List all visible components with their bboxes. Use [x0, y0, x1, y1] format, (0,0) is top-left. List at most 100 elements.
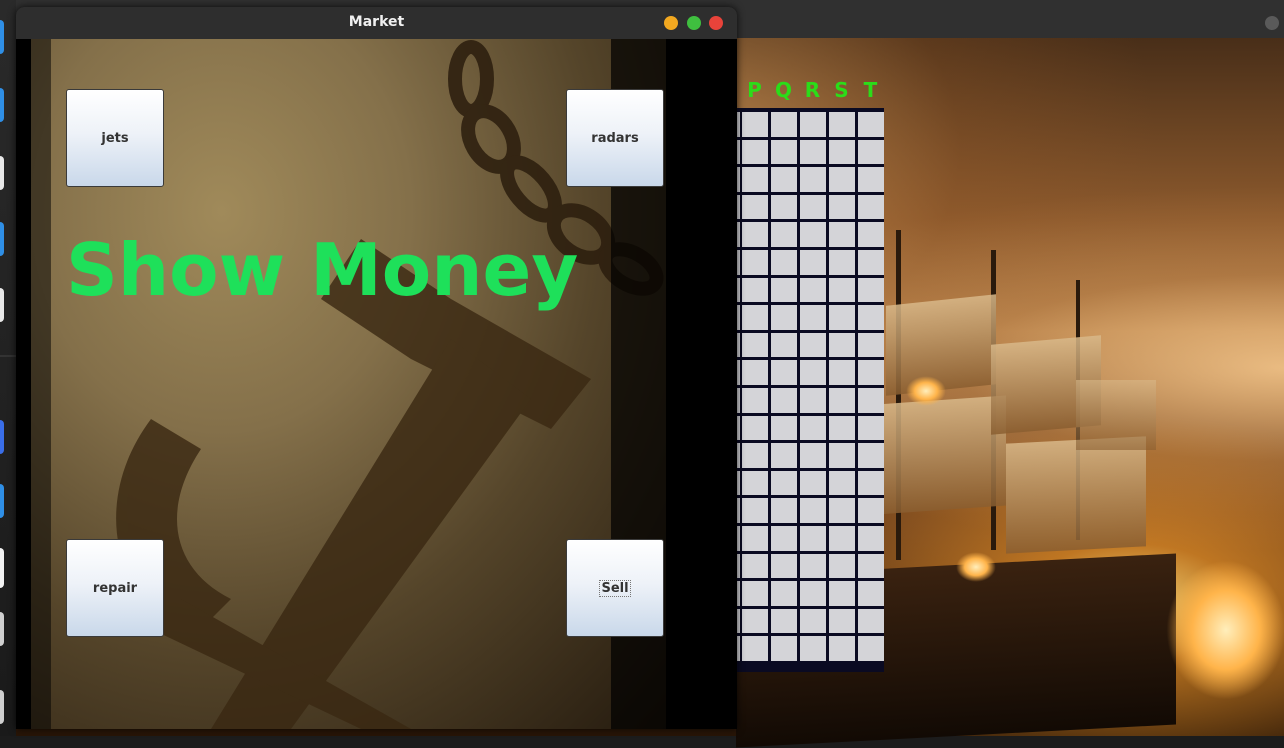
maximize-button[interactable] [687, 16, 701, 30]
board-cell[interactable] [858, 277, 884, 303]
board-cell[interactable] [858, 608, 884, 634]
board-cell[interactable] [800, 581, 826, 606]
board-cell[interactable] [858, 581, 884, 606]
dock-app-icon[interactable] [0, 156, 4, 190]
board-cell[interactable] [742, 608, 768, 634]
board-cell[interactable] [742, 112, 768, 137]
board-cell[interactable] [800, 222, 826, 247]
market-titlebar[interactable]: Market [16, 7, 737, 39]
board-cell[interactable] [858, 139, 884, 165]
board-cell[interactable] [800, 526, 826, 551]
board-cell[interactable] [800, 360, 826, 385]
board-cell[interactable] [771, 332, 797, 358]
board-cell[interactable] [742, 526, 768, 551]
board-cell[interactable] [800, 194, 826, 220]
board-cell[interactable] [829, 360, 855, 385]
board-cell[interactable] [858, 498, 884, 523]
dock-app-icon[interactable] [0, 484, 4, 518]
board-cell[interactable] [771, 636, 797, 661]
minimize-button[interactable] [664, 16, 678, 30]
board-cell[interactable] [829, 139, 855, 165]
board-cell[interactable] [742, 167, 768, 192]
board-cell[interactable] [800, 415, 826, 441]
board-cell[interactable] [742, 443, 768, 468]
board-cell[interactable] [858, 636, 884, 661]
board-cell[interactable] [829, 470, 855, 496]
board-cell[interactable] [800, 305, 826, 330]
board-cell[interactable] [800, 139, 826, 165]
board-cell[interactable] [829, 250, 855, 275]
board-cell[interactable] [829, 581, 855, 606]
board-cell[interactable] [771, 388, 797, 413]
board-cell[interactable] [771, 526, 797, 551]
board-cell[interactable] [742, 277, 768, 303]
board-cell[interactable] [771, 470, 797, 496]
radars-button[interactable]: radars [566, 89, 664, 187]
dock-app-icon[interactable] [0, 612, 4, 646]
board-cell[interactable] [771, 360, 797, 385]
board-cell[interactable] [771, 194, 797, 220]
board-cell[interactable] [742, 470, 768, 496]
board-cell[interactable] [858, 305, 884, 330]
board-cell[interactable] [858, 470, 884, 496]
board-cell[interactable] [742, 388, 768, 413]
board-cell[interactable] [800, 553, 826, 579]
board-cell[interactable] [742, 581, 768, 606]
board-cell[interactable] [771, 305, 797, 330]
board-cell[interactable] [771, 498, 797, 523]
board-cell[interactable] [800, 167, 826, 192]
board-cell[interactable] [829, 167, 855, 192]
board-cell[interactable] [742, 498, 768, 523]
board-cell[interactable] [771, 167, 797, 192]
jets-button[interactable]: jets [66, 89, 164, 187]
board-cell[interactable] [829, 636, 855, 661]
board-cell[interactable] [800, 112, 826, 137]
sell-button[interactable]: Sell [566, 539, 664, 637]
board-cell[interactable] [742, 553, 768, 579]
board-cell[interactable] [742, 332, 768, 358]
board-cell[interactable] [771, 139, 797, 165]
board-cell[interactable] [829, 194, 855, 220]
repair-button[interactable]: repair [66, 539, 164, 637]
board-cell[interactable] [800, 443, 826, 468]
board-cell[interactable] [771, 608, 797, 634]
board-cell[interactable] [858, 553, 884, 579]
dock-app-icon[interactable] [0, 420, 4, 454]
board-cell[interactable] [858, 112, 884, 137]
board-cell[interactable] [800, 608, 826, 634]
board-cell[interactable] [829, 526, 855, 551]
board-cell[interactable] [742, 415, 768, 441]
board-cell[interactable] [771, 415, 797, 441]
dock-app-icon[interactable] [0, 690, 4, 724]
board-cell[interactable] [742, 360, 768, 385]
board-cell[interactable] [800, 636, 826, 661]
dock-app-icon[interactable] [0, 288, 4, 322]
game-window-close-button[interactable] [1265, 16, 1279, 30]
board-cell[interactable] [742, 222, 768, 247]
board-cell[interactable] [742, 139, 768, 165]
board-cell[interactable] [858, 194, 884, 220]
board-cell[interactable] [742, 250, 768, 275]
close-button[interactable] [709, 16, 723, 30]
board-cell[interactable] [829, 498, 855, 523]
board-cell[interactable] [771, 553, 797, 579]
board-cell[interactable] [742, 194, 768, 220]
board-cell[interactable] [829, 305, 855, 330]
board-cell[interactable] [829, 112, 855, 137]
board-cell[interactable] [858, 167, 884, 192]
board-cell[interactable] [829, 222, 855, 247]
board-cell[interactable] [858, 443, 884, 468]
board-cell[interactable] [829, 415, 855, 441]
dock-app-icon[interactable] [0, 88, 4, 122]
board-cell[interactable] [742, 305, 768, 330]
board-cell[interactable] [829, 332, 855, 358]
board-cell[interactable] [742, 636, 768, 661]
board-cell[interactable] [800, 277, 826, 303]
board-cell[interactable] [829, 277, 855, 303]
board-cell[interactable] [858, 388, 884, 413]
board-cell[interactable] [858, 250, 884, 275]
board-cell[interactable] [800, 332, 826, 358]
board-cell[interactable] [829, 553, 855, 579]
board-cell[interactable] [858, 526, 884, 551]
board-cell[interactable] [829, 443, 855, 468]
